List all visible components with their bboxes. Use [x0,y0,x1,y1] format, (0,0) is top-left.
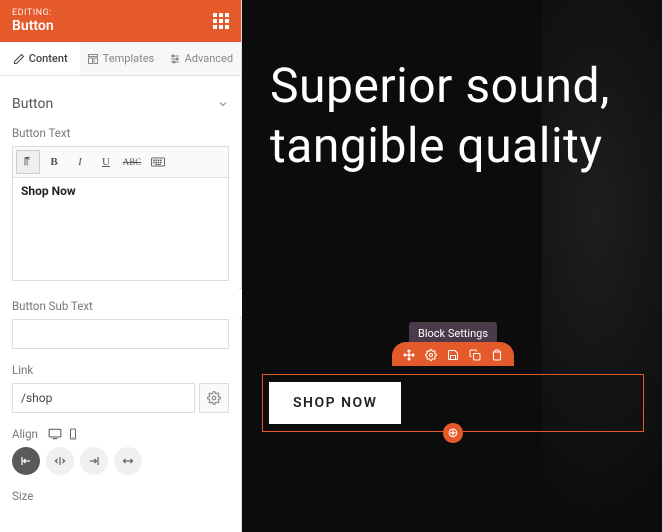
link-settings-button[interactable] [199,383,229,413]
gear-icon [207,391,221,405]
desktop-icon[interactable] [48,428,62,440]
align-justify-button[interactable] [114,447,142,475]
mobile-icon[interactable] [66,428,80,440]
strike-button[interactable]: ABC [120,150,144,174]
bold-button[interactable]: B [42,150,66,174]
sub-text-input[interactable] [12,319,229,349]
save-icon[interactable] [446,348,460,362]
duplicate-icon[interactable] [468,348,482,362]
hero-heading[interactable]: Superior sound, tangible quality [270,56,662,176]
editing-label: EDITING: [12,8,54,18]
field-align: Align [12,427,229,475]
paragraph-button[interactable] [16,150,40,174]
preview-shop-now-button[interactable]: SHOP NOW [269,382,401,424]
button-text-input[interactable] [12,177,229,281]
tab-advanced[interactable]: Advanced [161,42,241,75]
align-left-button[interactable] [12,447,40,475]
link-input[interactable] [12,383,195,413]
tab-advanced-label: Advanced [185,52,233,65]
pencil-icon [13,53,25,65]
field-link: Link [12,363,229,413]
keyboard-button[interactable] [146,150,170,174]
tab-content[interactable]: Content [0,42,80,75]
editor-sidebar: EDITING: Button Content Templates Advanc… [0,0,242,532]
align-label: Align [12,427,38,441]
apps-grid-icon[interactable] [213,13,229,29]
link-label: Link [12,363,229,377]
chevron-down-icon [217,98,229,110]
canvas-preview[interactable]: Superior sound, tangible quality Block S… [242,0,662,532]
rich-text-toolbar: B I U ABC [12,146,229,177]
panel: Button Button Text B I U ABC Button Sub … [0,76,241,532]
field-button-text: Button Text B I U ABC [12,126,229,285]
template-icon [87,53,99,65]
sub-text-label: Button Sub Text [12,299,229,313]
element-title: Button [12,18,54,34]
tabs: Content Templates Advanced [0,42,241,76]
block-toolbar [392,342,514,366]
size-label: Size [12,489,229,503]
italic-button[interactable]: I [68,150,92,174]
settings-icon[interactable] [424,348,438,362]
move-icon[interactable] [402,348,416,362]
tab-templates-label: Templates [103,52,154,65]
sidebar-header: EDITING: Button [0,0,241,42]
tab-templates[interactable]: Templates [80,42,160,75]
delete-icon[interactable] [490,348,504,362]
field-size: Size [12,489,229,503]
sliders-icon [169,53,181,65]
align-right-button[interactable] [80,447,108,475]
add-block-button[interactable]: ⊕ [443,423,463,443]
field-sub-text: Button Sub Text [12,299,229,349]
button-text-label: Button Text [12,126,229,140]
selected-block: Block Settings SHOP NOW ⊕ [262,374,644,432]
tab-content-label: Content [29,52,68,65]
underline-button[interactable]: U [94,150,118,174]
section-toggle-button[interactable]: Button [12,88,229,126]
section-title: Button [12,96,53,112]
align-center-button[interactable] [46,447,74,475]
